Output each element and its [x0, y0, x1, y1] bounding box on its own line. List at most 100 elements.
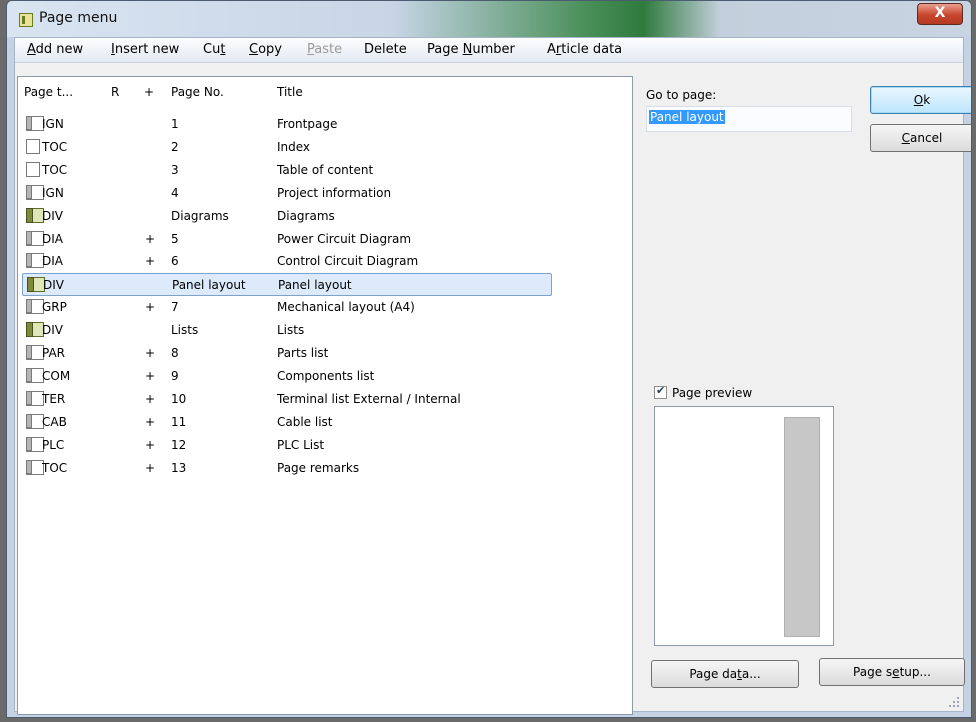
cell-page-type: IGN	[42, 117, 64, 131]
table-row[interactable]: TOC +13 Page remarks	[22, 457, 552, 480]
page-setup-button[interactable]: Page setup...	[819, 658, 965, 686]
cell-plus: +	[145, 346, 156, 360]
column-header-r[interactable]: R	[111, 85, 119, 99]
cell-title: Power Circuit Diagram	[277, 231, 412, 246]
column-header-page-type[interactable]: Page t...	[24, 85, 73, 99]
cell-plus: +	[145, 231, 156, 246]
cell-page-no: 6	[171, 254, 179, 269]
page-icon	[26, 345, 44, 360]
page-menu-window: Page menu X Add new Insert new Cut Copy …	[6, 0, 972, 718]
cell-title: Project information	[277, 185, 392, 200]
table-row[interactable]: DIA +5 Power Circuit Diagram	[22, 228, 552, 251]
page-data-button[interactable]: Page data...	[651, 660, 799, 688]
table-row[interactable]: TER +10 Terminal list External / Internal	[22, 388, 552, 411]
table-row[interactable]: COM +9 Components list	[22, 365, 552, 388]
column-header-title[interactable]: Title	[277, 85, 303, 99]
page-icon	[26, 230, 44, 246]
page-icon	[26, 367, 44, 383]
cell-page-type: TOC	[42, 460, 68, 475]
cell-page-no: Diagrams	[171, 208, 229, 223]
divider-page-icon	[26, 207, 44, 223]
cell-plus: +	[145, 254, 156, 269]
page-icon	[26, 299, 44, 315]
cell-page-no: Panel layout	[172, 278, 246, 293]
preview-page-thumbnail	[784, 417, 820, 637]
cell-page-type: DIV	[43, 278, 64, 293]
cell-title: Parts list	[277, 346, 329, 360]
resize-grip-icon[interactable]	[949, 697, 961, 709]
page-icon	[26, 116, 44, 131]
page-icon	[26, 413, 44, 429]
table-row[interactable]: TOC 3 Table of content	[22, 159, 552, 182]
cell-page-type: TOC	[42, 139, 68, 154]
cell-page-no: Lists	[171, 323, 199, 338]
close-icon: X	[934, 5, 946, 21]
title-bar[interactable]: Page menu X	[7, 1, 971, 37]
cell-page-no: 10	[171, 391, 187, 406]
cell-page-type: TER	[42, 391, 66, 406]
close-button[interactable]: X	[917, 3, 963, 25]
cell-page-no: 12	[171, 437, 187, 452]
cell-page-type: TOC	[42, 162, 68, 177]
goto-page-input[interactable]: Panel layout	[646, 106, 852, 132]
menu-bar: Add new Insert new Cut Copy Paste Delete…	[15, 38, 963, 63]
window-title: Page menu	[39, 10, 118, 26]
column-header-page-no[interactable]: Page No.	[171, 85, 224, 99]
table-row[interactable]: CAB +11 Cable list	[22, 411, 552, 434]
menu-copy[interactable]: Copy	[249, 42, 282, 57]
ok-button[interactable]: Ok	[870, 86, 971, 114]
menu-delete[interactable]: Delete	[364, 42, 407, 57]
cell-page-type: PAR	[42, 346, 66, 360]
table-row[interactable]: IGN 4 Project information	[22, 182, 552, 205]
cell-plus: +	[145, 300, 156, 315]
cell-title: Table of content	[277, 162, 374, 177]
cell-plus: +	[145, 414, 156, 429]
cell-title: Diagrams	[277, 208, 335, 223]
goto-page-label: Go to page:	[646, 88, 717, 102]
cancel-button[interactable]: Cancel	[870, 124, 971, 152]
dialog-client-area: Add new Insert new Cut Copy Paste Delete…	[14, 37, 971, 715]
table-row[interactable]: DIA +6 Control Circuit Diagram	[22, 250, 552, 273]
page-icon	[26, 436, 44, 452]
cell-page-no: 4	[171, 185, 179, 200]
cell-page-type: DIA	[42, 231, 63, 246]
cell-title: Components list	[277, 368, 375, 383]
menu-paste[interactable]: Paste	[307, 42, 342, 57]
table-row[interactable]: DIV Lists Lists	[22, 319, 552, 342]
cell-page-no: 1	[171, 117, 179, 131]
cell-page-type: COM	[42, 368, 71, 383]
cell-page-type: PLC	[42, 437, 65, 452]
menu-page-number[interactable]: Page Number	[427, 42, 515, 57]
menu-article-data[interactable]: Article data	[547, 42, 622, 57]
page-preview-label: Page preview	[672, 386, 753, 400]
page-icon	[26, 138, 40, 154]
cell-title: Control Circuit Diagram	[277, 254, 419, 269]
cell-page-no: 5	[171, 231, 179, 246]
cell-page-no: 2	[171, 139, 179, 154]
table-row[interactable]: PLC +12 PLC List	[22, 434, 552, 457]
divider-page-icon	[26, 322, 44, 338]
table-row[interactable]: DIV Diagrams Diagrams	[22, 205, 552, 228]
menu-cut[interactable]: Cut	[203, 42, 225, 57]
table-row[interactable]: PAR +8 Parts list	[22, 342, 552, 365]
cell-title: Cable list	[277, 414, 333, 429]
page-icon	[26, 390, 44, 406]
table-row[interactable]: GRP +7 Mechanical layout (A4)	[22, 296, 552, 319]
menu-add-new[interactable]: Add new	[27, 42, 83, 57]
cell-page-no: 13	[171, 460, 187, 475]
column-header-plus[interactable]: +	[144, 85, 154, 99]
table-row[interactable]: DIV Panel layout Panel layout	[22, 273, 552, 297]
page-icon	[26, 459, 44, 475]
page-preview-checkbox[interactable]	[654, 384, 667, 399]
table-row[interactable]: IGN 1 Frontpage	[22, 113, 552, 136]
goto-page-value: Panel layout	[649, 110, 725, 124]
table-row[interactable]: TOC 2 Index	[22, 136, 552, 159]
cell-plus: +	[145, 437, 156, 452]
page-icon	[26, 184, 44, 200]
page-list[interactable]: Page t... R + Page No. Title IGN 1 Frontpa…	[17, 76, 633, 715]
cell-page-type: GRP	[42, 300, 67, 315]
cell-title: Frontpage	[277, 117, 338, 131]
page-icon	[26, 161, 40, 177]
cell-plus: +	[145, 368, 156, 383]
menu-insert-new[interactable]: Insert new	[111, 42, 179, 57]
